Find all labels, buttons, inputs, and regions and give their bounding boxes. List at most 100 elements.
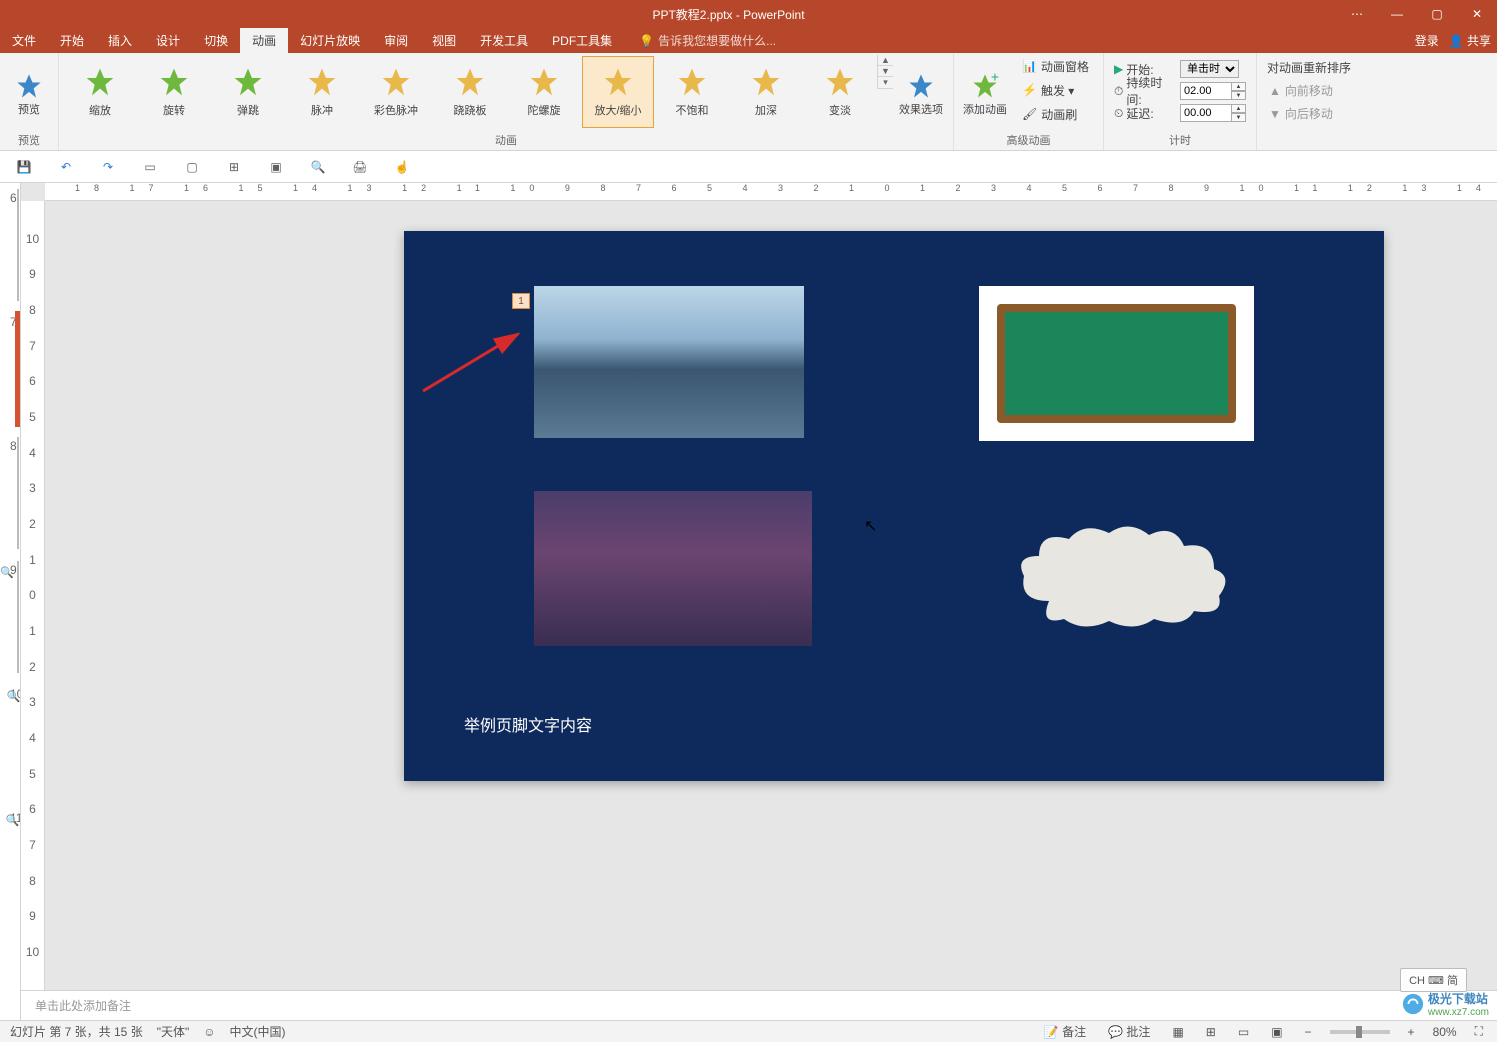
redo-icon[interactable]: ↷ xyxy=(98,157,118,177)
main-area: 6789🔍10🔍11🔍 18 17 16 15 14 13 12 11 10 9… xyxy=(0,183,1497,1020)
animation-变淡[interactable]: 变淡 xyxy=(804,56,876,128)
pane-icon: 📊 xyxy=(1022,59,1037,73)
animation-不饱和[interactable]: 不饱和 xyxy=(656,56,728,128)
trigger-button[interactable]: ⚡触发 ▾ xyxy=(1018,79,1093,101)
quick-access-toolbar: 💾 ↶ ↷ ▭ ▢ ⊞ ▣ 🔍 🖨 ☝ xyxy=(0,151,1497,183)
duration-up[interactable]: ▲ xyxy=(1232,82,1246,91)
tab-pdf[interactable]: PDF工具集 xyxy=(540,28,624,53)
image-mountain[interactable] xyxy=(534,286,804,438)
print-icon[interactable]: 🖨 xyxy=(350,157,370,177)
textbox-icon[interactable]: ▢ xyxy=(182,157,202,177)
language-label[interactable]: 中文(中国) xyxy=(230,1023,286,1040)
tab-slideshow[interactable]: 幻灯片放映 xyxy=(288,28,372,53)
slide-footer-text[interactable]: 举例页脚文字内容 xyxy=(464,712,592,736)
tab-insert[interactable]: 插入 xyxy=(96,28,144,53)
tab-transitions[interactable]: 切换 xyxy=(192,28,240,53)
maximize-button[interactable]: ▢ xyxy=(1417,0,1457,28)
minimize-button[interactable]: — xyxy=(1377,0,1417,28)
animation-painter-button[interactable]: 🖌动画刷 xyxy=(1018,103,1093,125)
animation-加深[interactable]: 加深 xyxy=(730,56,802,128)
close-button[interactable]: ✕ xyxy=(1457,0,1497,28)
status-bar: 幻灯片 第 7 张，共 15 张 "天体" ☺ 中文(中国) 📝 备注 💬 批注… xyxy=(0,1020,1497,1042)
up-arrow-icon: ▲ xyxy=(1269,84,1281,98)
effect-options-button[interactable]: 效果选项 xyxy=(893,55,949,127)
animation-弹跳[interactable]: 弹跳 xyxy=(212,56,284,128)
tab-home[interactable]: 开始 xyxy=(48,28,96,53)
comments-toggle[interactable]: 💬 批注 xyxy=(1104,1023,1154,1040)
zoom-slider[interactable] xyxy=(1330,1030,1390,1034)
slide-thumbnails-panel[interactable]: 6789🔍10🔍11🔍 xyxy=(0,183,21,1020)
fit-window-icon[interactable]: ⛶ xyxy=(1471,1024,1487,1039)
trigger-icon: ⚡ xyxy=(1022,83,1037,97)
delay-up[interactable]: ▲ xyxy=(1232,104,1246,113)
animation-order-tag[interactable]: 1 xyxy=(512,293,530,309)
normal-view-icon[interactable]: ▦ xyxy=(1168,1025,1187,1039)
gallery-scroll[interactable]: ▲ ▼ ▾ xyxy=(877,55,893,89)
tab-animations[interactable]: 动画 xyxy=(240,28,288,53)
image-cityscape[interactable] xyxy=(534,491,812,646)
zoom-out-button[interactable]: − xyxy=(1301,1025,1316,1039)
animation-彩色脉冲[interactable]: 彩色脉冲 xyxy=(360,56,432,128)
animation-脉冲[interactable]: 脉冲 xyxy=(286,56,358,128)
lightbulb-icon: 💡 xyxy=(639,34,654,48)
start-select[interactable]: 单击时 xyxy=(1180,60,1239,78)
animation-旋转[interactable]: 旋转 xyxy=(138,56,210,128)
slide-canvas[interactable]: 1 举例页脚文字内容 ↖ xyxy=(404,231,1384,781)
gallery-more-icon[interactable]: ▾ xyxy=(878,77,893,89)
tab-review[interactable]: 审阅 xyxy=(372,28,420,53)
ribbon-options-icon[interactable]: ⋯ xyxy=(1337,0,1377,28)
animation-放大/缩小[interactable]: 放大/缩小 xyxy=(582,56,654,128)
layout-icon[interactable]: ⊞ xyxy=(224,157,244,177)
animation-gallery[interactable]: 缩放旋转弹跳脉冲彩色脉冲跷跷板陀螺旋放大/缩小不饱和加深变淡 xyxy=(63,55,877,129)
notes-pane[interactable]: 单击此处添加备注 xyxy=(21,990,1497,1020)
tell-me-search[interactable]: 💡 告诉我您想要做什么... xyxy=(639,32,776,49)
gallery-up-icon[interactable]: ▲ xyxy=(878,55,893,66)
preview-button[interactable]: 预览 xyxy=(4,55,54,127)
animation-陀螺旋[interactable]: 陀螺旋 xyxy=(508,56,580,128)
touch-mode-icon[interactable]: ☝ xyxy=(392,157,412,177)
gallery-down-icon[interactable]: ▼ xyxy=(878,66,893,77)
image-chalkboard[interactable] xyxy=(979,286,1254,441)
horizontal-ruler: 18 17 16 15 14 13 12 11 10 9 8 7 6 5 4 3… xyxy=(45,183,1497,201)
sorter-view-icon[interactable]: ⊞ xyxy=(1202,1025,1220,1039)
ribbon-group-reorder: 对动画重新排序 ▲向前移动 ▼向后移动 xyxy=(1257,53,1361,150)
ime-indicator: CH ⌨ 简 xyxy=(1400,968,1467,992)
animation-缩放[interactable]: 缩放 xyxy=(64,56,136,128)
zoom-icon[interactable]: 🔍 xyxy=(308,157,328,177)
delay-input[interactable] xyxy=(1180,104,1232,122)
add-animation-button[interactable]: + 添加动画 xyxy=(958,55,1012,127)
share-button[interactable]: 👤 共享 xyxy=(1449,32,1491,49)
ribbon-group-preview: 预览 预览 xyxy=(0,53,59,150)
annotation-arrow xyxy=(418,326,528,396)
svg-text:+: + xyxy=(991,72,999,84)
preview-star-icon xyxy=(13,70,45,102)
slide-canvas-area[interactable]: 1 举例页脚文字内容 ↖ xyxy=(45,201,1497,990)
duration-down[interactable]: ▼ xyxy=(1232,91,1246,100)
zoom-in-button[interactable]: + xyxy=(1404,1025,1419,1039)
title-bar: PPT教程2.pptx - PowerPoint ⋯ — ▢ ✕ xyxy=(0,0,1497,28)
delay-down[interactable]: ▼ xyxy=(1232,113,1246,122)
reading-view-icon[interactable]: ▭ xyxy=(1234,1025,1253,1039)
tab-design[interactable]: 设计 xyxy=(144,28,192,53)
window-title: PPT教程2.pptx - PowerPoint xyxy=(120,6,1337,23)
animation-pane-button[interactable]: 📊动画窗格 xyxy=(1018,55,1093,77)
present-icon[interactable]: ▣ xyxy=(266,157,286,177)
slideshow-view-icon[interactable]: ▣ xyxy=(1267,1025,1286,1039)
notes-toggle[interactable]: 📝 备注 xyxy=(1040,1023,1090,1040)
duration-input[interactable] xyxy=(1180,82,1232,100)
new-slide-icon[interactable]: ▭ xyxy=(140,157,160,177)
move-later-button[interactable]: ▼向后移动 xyxy=(1267,103,1351,124)
login-link[interactable]: 登录 xyxy=(1415,32,1439,49)
shape-cloud[interactable] xyxy=(1009,521,1239,631)
spellcheck-icon[interactable]: ☺ xyxy=(203,1025,215,1039)
undo-icon[interactable]: ↶ xyxy=(56,157,76,177)
move-earlier-button[interactable]: ▲向前移动 xyxy=(1267,80,1351,101)
tab-view[interactable]: 视图 xyxy=(420,28,468,53)
down-arrow-icon: ▼ xyxy=(1269,107,1281,121)
tab-developer[interactable]: 开发工具 xyxy=(468,28,540,53)
tab-file[interactable]: 文件 xyxy=(0,28,48,53)
animation-跷跷板[interactable]: 跷跷板 xyxy=(434,56,506,128)
watermark: 极光下载站 www.xz7.com xyxy=(1402,990,1489,1018)
zoom-level[interactable]: 80% xyxy=(1433,1025,1457,1039)
save-icon[interactable]: 💾 xyxy=(14,157,34,177)
